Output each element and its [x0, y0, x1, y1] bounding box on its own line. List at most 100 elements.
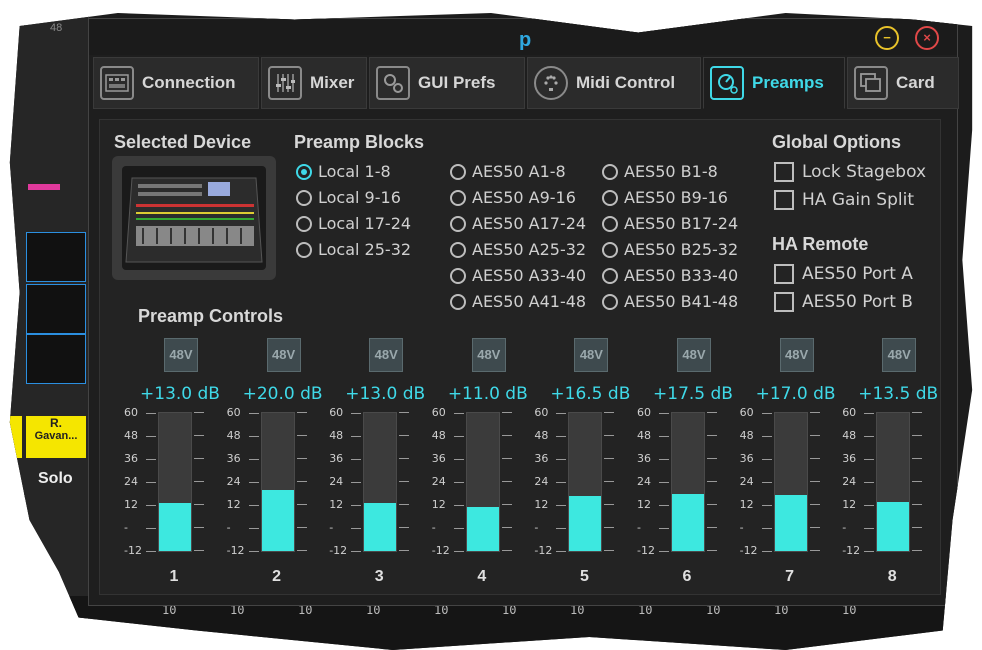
daw-channel-label[interactable]: R. Gavan... [26, 416, 86, 458]
gain-meter-scale: 60 48 36 24 12 - -12 [227, 406, 339, 557]
daw-comp-graph[interactable] [26, 334, 86, 384]
meter-tick-mark [296, 527, 307, 528]
channel-number: 6 [682, 568, 692, 585]
title-bar[interactable]: p − × [89, 19, 957, 55]
radio-button[interactable] [296, 189, 312, 206]
gain-fader[interactable] [363, 412, 398, 552]
meter-tick-label: 60 [432, 406, 466, 419]
radio-aes50-b41-48[interactable]: AES50 B41-48 [602, 292, 738, 311]
meter-tick-label: 24 [534, 475, 568, 488]
meter-tick-mark [809, 550, 820, 551]
phantom-power-button[interactable]: 48V [882, 338, 917, 372]
radio-aes50-a41-48[interactable]: AES50 A41-48 [450, 292, 586, 311]
tab-card[interactable]: Card [847, 57, 959, 109]
channel-number: 8 [887, 568, 897, 585]
tab-connection[interactable]: Connection [93, 57, 259, 109]
radio-aes50-b25-32[interactable]: AES50 B25-32 [602, 240, 738, 259]
tab-gui-prefs[interactable]: GUI Prefs [369, 57, 525, 109]
gain-level-fill [774, 495, 807, 551]
radio-button-selected[interactable] [296, 163, 312, 180]
radio-button[interactable] [602, 189, 618, 206]
radio-local-1-8[interactable]: Local 1-8 [296, 162, 391, 181]
preamp-channel-6: 48V +17.5 dB 60 48 36 24 12 - -12 6 [637, 338, 737, 592]
channel-number: 2 [272, 568, 282, 585]
meter-tick-label: 48 [432, 429, 466, 442]
radio-aes50-a25-32[interactable]: AES50 A25-32 [450, 240, 586, 259]
device-thumbnail [112, 156, 276, 280]
radio-aes50-a17-24[interactable]: AES50 A17-24 [450, 214, 586, 233]
radio-label: AES50 B41-48 [624, 292, 739, 311]
gain-fader[interactable] [158, 412, 192, 552]
phantom-power-button[interactable]: 48V [677, 338, 711, 372]
gain-fader[interactable] [876, 412, 911, 552]
phantom-power-button[interactable]: 48V [471, 338, 506, 372]
radio-button[interactable] [602, 241, 618, 258]
minimize-button[interactable]: − [875, 26, 899, 50]
meter-tick-mark [604, 435, 615, 436]
gain-fader[interactable] [260, 412, 295, 552]
meter-tick-label: 60 [740, 406, 774, 419]
radio-aes50-a9-16[interactable]: AES50 A9-16 [450, 188, 576, 207]
gain-fader[interactable] [671, 412, 705, 552]
radio-button[interactable] [602, 267, 618, 284]
daw-channel-label[interactable] [9, 416, 22, 458]
checkbox[interactable] [774, 190, 794, 210]
checkbox[interactable] [774, 264, 794, 284]
radio-button[interactable] [602, 215, 618, 232]
daw-solo-label[interactable]: Solo [38, 470, 73, 488]
tab-preamps[interactable]: Preamps [703, 57, 845, 109]
meter-tick-label: 24 [227, 475, 261, 488]
daw-level-marker [28, 184, 60, 190]
phantom-power-button[interactable]: 48V [266, 338, 301, 372]
radio-button[interactable] [450, 163, 466, 180]
radio-aes50-b17-24[interactable]: AES50 B17-24 [602, 214, 738, 233]
radio-aes50-a33-40[interactable]: AES50 A33-40 [450, 266, 586, 285]
meter-tick-mark [194, 458, 204, 459]
radio-button[interactable] [602, 293, 618, 310]
radio-local-25-32[interactable]: Local 25-32 [296, 240, 411, 259]
global-options-heading: Global Options [772, 132, 901, 152]
phantom-power-button[interactable]: 48V [164, 338, 198, 372]
gain-fader[interactable] [568, 412, 603, 552]
radio-aes50-b33-40[interactable]: AES50 B33-40 [602, 266, 738, 285]
radio-button[interactable] [450, 215, 466, 232]
close-button[interactable]: × [915, 26, 939, 50]
checkbox-ha-gain-split[interactable]: HA Gain Split [774, 190, 914, 210]
meter-tick-label: 60 [534, 406, 568, 419]
radio-button[interactable] [450, 267, 466, 284]
meter-tick-mark [809, 412, 820, 413]
radio-local-17-24[interactable]: Local 17-24 [296, 214, 411, 233]
radio-button[interactable] [602, 163, 618, 180]
radio-button[interactable] [296, 241, 312, 258]
meter-tick-label: 12 [227, 498, 261, 511]
meter-tick-mark [604, 550, 615, 551]
checkbox[interactable] [774, 292, 794, 312]
radio-local-9-16[interactable]: Local 9-16 [296, 188, 401, 207]
checkbox[interactable] [774, 162, 794, 182]
radio-button[interactable] [450, 241, 466, 258]
radio-aes50-a1-8[interactable]: AES50 A1-8 [450, 162, 566, 181]
tab-mixer[interactable]: Mixer [261, 57, 367, 109]
radio-aes50-b9-16[interactable]: AES50 B9-16 [602, 188, 728, 207]
checkbox-aes50-port-b[interactable]: AES50 Port B [774, 292, 913, 312]
radio-button[interactable] [450, 293, 466, 310]
meter-tick-mark [912, 527, 923, 528]
checkbox-lock-stagebox[interactable]: Lock Stagebox [774, 162, 926, 182]
meter-tick-label: -12 [124, 544, 158, 557]
gain-fader[interactable] [465, 412, 500, 552]
meter-tick-mark [809, 481, 820, 482]
daw-eq-graph[interactable] [26, 232, 86, 282]
radio-button[interactable] [296, 215, 312, 232]
phantom-power-button[interactable]: 48V [574, 338, 609, 372]
phantom-power-button[interactable]: 48V [779, 338, 814, 372]
radio-aes50-b1-8[interactable]: AES50 B1-8 [602, 162, 718, 181]
channel-number: 1 [169, 568, 179, 585]
radio-button[interactable] [450, 189, 466, 206]
meter-tick-label: 60 [227, 406, 261, 419]
phantom-power-button[interactable]: 48V [369, 338, 404, 372]
checkbox-aes50-port-a[interactable]: AES50 Port A [774, 264, 913, 284]
tab-midi-control[interactable]: Midi Control [527, 57, 701, 109]
meter-tick-mark [399, 412, 410, 413]
daw-eq-graph[interactable] [26, 284, 86, 334]
gain-fader[interactable] [773, 412, 808, 552]
